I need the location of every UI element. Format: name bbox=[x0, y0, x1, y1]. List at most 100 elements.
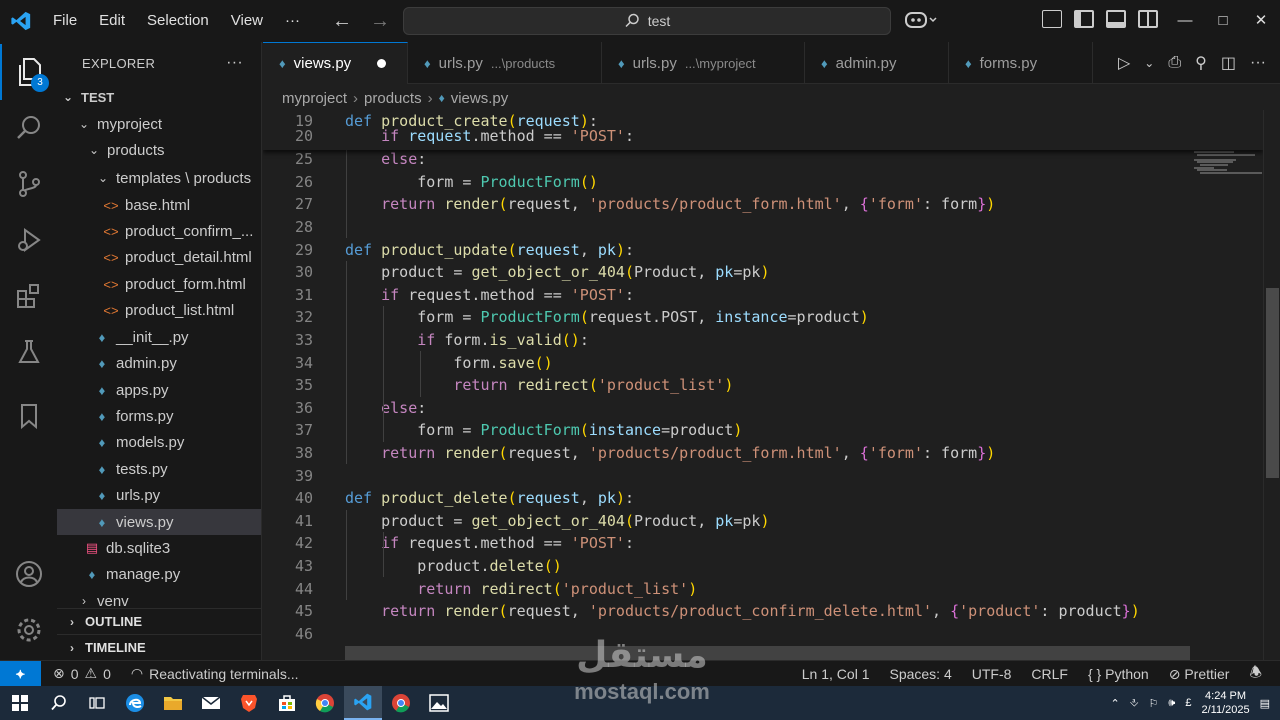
tree-file-init-py[interactable]: ♦ __init__.py bbox=[57, 324, 261, 350]
language-mode[interactable]: { } Python bbox=[1088, 666, 1149, 682]
print-icon[interactable]: ⎙ bbox=[1168, 54, 1181, 72]
code-line[interactable]: 28 bbox=[263, 216, 1263, 239]
code-editor[interactable]: 19 def product_create(request): 20 if requ… bbox=[263, 110, 1263, 660]
error-count[interactable]: 0 bbox=[71, 666, 79, 682]
code-line[interactable]: 45 return render(request, 'products/prod… bbox=[263, 600, 1263, 623]
tray-language-icon[interactable]: £ bbox=[1185, 697, 1191, 709]
indentation[interactable]: Spaces: 4 bbox=[889, 666, 951, 682]
sticky-scroll-header[interactable]: 19 def product_create(request): 20 if requ… bbox=[263, 110, 1263, 150]
search-view-icon[interactable] bbox=[0, 100, 57, 156]
brave-browser-icon[interactable] bbox=[230, 686, 268, 720]
command-center-search[interactable]: test bbox=[403, 7, 891, 35]
store-icon[interactable] bbox=[268, 686, 306, 720]
tree-file-manage-py[interactable]: ♦ manage.py bbox=[57, 561, 261, 587]
task-view-icon[interactable] bbox=[78, 686, 116, 720]
tree-folder-products[interactable]: ⌄ products bbox=[57, 137, 261, 163]
code-line[interactable]: 39 bbox=[263, 464, 1263, 487]
code-line[interactable]: 44 return redirect('product_list') bbox=[263, 577, 1263, 600]
tab-forms-py[interactable]: ♦ forms.py bbox=[949, 42, 1093, 84]
menu-file[interactable]: File bbox=[42, 0, 88, 42]
tree-file-base-html[interactable]: <> base.html bbox=[57, 192, 261, 218]
remote-indicator-icon[interactable]: ⯌ bbox=[0, 660, 41, 687]
tab-admin-py[interactable]: ♦ admin.py bbox=[805, 42, 949, 84]
menu-selection[interactable]: Selection bbox=[136, 0, 220, 42]
code-line[interactable]: 30 product = get_object_or_404(Product, … bbox=[263, 261, 1263, 284]
code-line[interactable]: 43 product.delete() bbox=[263, 555, 1263, 578]
run-icon[interactable]: ▷ bbox=[1118, 53, 1130, 73]
code-line[interactable]: 36 else: bbox=[263, 397, 1263, 420]
unsaved-dot-icon[interactable] bbox=[377, 59, 387, 68]
warning-count[interactable]: 0 bbox=[103, 666, 111, 682]
forward-arrow-icon[interactable]: → bbox=[370, 10, 390, 33]
run-debug-icon[interactable] bbox=[0, 212, 57, 268]
explorer-more-button[interactable]: ··· bbox=[226, 54, 243, 72]
code-line[interactable]: 32 form = ProductForm(request.POST, inst… bbox=[263, 306, 1263, 329]
minimap[interactable] bbox=[1190, 110, 1262, 660]
tray-chevron-up-icon[interactable]: ⌃ bbox=[1111, 697, 1120, 710]
tray-volume-icon[interactable]: 🕪 bbox=[1168, 697, 1175, 710]
code-line[interactable]: 35 return redirect('product_list') bbox=[263, 374, 1263, 397]
toggle-panel-icon[interactable] bbox=[1106, 10, 1126, 28]
code-line[interactable]: 26 form = ProductForm() bbox=[263, 171, 1263, 194]
timeline-section[interactable]: › TIMELINE bbox=[57, 634, 261, 660]
menu-edit[interactable]: Edit bbox=[88, 0, 136, 42]
tree-file-product-confirm[interactable]: <> product_confirm_... bbox=[57, 218, 261, 244]
horizontal-scrollbar[interactable] bbox=[345, 646, 1190, 660]
minimize-icon[interactable]: — bbox=[1166, 0, 1204, 42]
tree-file-product-form[interactable]: <> product_form.html bbox=[57, 271, 261, 297]
tree-file-admin-py[interactable]: ♦ admin.py bbox=[57, 350, 261, 376]
toggle-sidebar-icon[interactable] bbox=[1074, 10, 1094, 28]
outline-section[interactable]: › OUTLINE bbox=[57, 608, 261, 634]
end-of-line[interactable]: CRLF bbox=[1031, 666, 1068, 682]
file-explorer-icon[interactable] bbox=[154, 686, 192, 720]
tree-file-views-py[interactable]: ♦ views.py bbox=[57, 509, 261, 535]
cursor-position[interactable]: Ln 1, Col 1 bbox=[802, 666, 870, 682]
code-line[interactable]: 37 form = ProductForm(instance=product) bbox=[263, 419, 1263, 442]
tray-wifi-icon[interactable]: ⚐ bbox=[1149, 697, 1159, 710]
code-line[interactable]: 42 if request.method == 'POST': bbox=[263, 532, 1263, 555]
prettier-status[interactable]: ⊘ Prettier bbox=[1169, 666, 1230, 683]
tree-file-forms-py[interactable]: ♦ forms.py bbox=[57, 403, 261, 429]
photos-icon[interactable] bbox=[420, 686, 458, 720]
breadcrumb-products[interactable]: products bbox=[364, 90, 422, 107]
code-line[interactable]: 34 form.save() bbox=[263, 351, 1263, 374]
chrome-profile-icon[interactable] bbox=[382, 686, 420, 720]
chevron-down-icon[interactable]: ⌄ bbox=[1144, 56, 1154, 70]
encoding[interactable]: UTF-8 bbox=[972, 666, 1012, 682]
code-line[interactable]: 46 bbox=[263, 623, 1263, 646]
tab-views-py[interactable]: ♦ views.py bbox=[263, 42, 408, 84]
maximize-icon[interactable]: □ bbox=[1204, 0, 1242, 42]
customize-layout-icon[interactable] bbox=[1042, 10, 1062, 28]
tree-file-models-py[interactable]: ♦ models.py bbox=[57, 429, 261, 455]
breadcrumb-views-py[interactable]: views.py bbox=[451, 90, 509, 107]
tab-urls-products[interactable]: ♦ urls.py ...\products bbox=[408, 42, 602, 84]
edge-browser-icon[interactable] bbox=[116, 686, 154, 720]
menu-more[interactable]: ··· bbox=[274, 0, 311, 42]
close-icon[interactable]: ✕ bbox=[1242, 0, 1280, 42]
tree-file-product-detail[interactable]: <> product_detail.html bbox=[57, 244, 261, 270]
notification-center-icon[interactable]: ▤ bbox=[1260, 697, 1270, 710]
explorer-icon[interactable]: 3 bbox=[0, 44, 57, 100]
accounts-icon[interactable] bbox=[0, 546, 57, 602]
mail-icon[interactable] bbox=[192, 686, 230, 720]
more-actions-icon[interactable]: ··· bbox=[1250, 54, 1266, 72]
code-line[interactable]: 25 else: bbox=[263, 148, 1263, 171]
tree-file-urls-py[interactable]: ♦ urls.py bbox=[57, 482, 261, 508]
vertical-scrollbar[interactable] bbox=[1263, 110, 1280, 660]
tray-network-icon[interactable]: ⎀ bbox=[1130, 697, 1139, 710]
menu-view[interactable]: View bbox=[220, 0, 274, 42]
tree-file-apps-py[interactable]: ♦ apps.py bbox=[57, 377, 261, 403]
extensions-icon[interactable] bbox=[0, 268, 57, 324]
code-line[interactable]: 38 return render(request, 'products/prod… bbox=[263, 442, 1263, 465]
code-line[interactable]: 33 if form.is_valid(): bbox=[263, 329, 1263, 352]
code-line[interactable]: 20 if request.method == 'POST': bbox=[263, 125, 1263, 148]
bookmark-icon[interactable] bbox=[0, 388, 57, 444]
code-line[interactable]: 40 def product_delete(request, pk): bbox=[263, 487, 1263, 510]
toggle-secondary-sidebar-icon[interactable] bbox=[1138, 10, 1158, 28]
code-line[interactable]: 41 product = get_object_or_404(Product, … bbox=[263, 510, 1263, 533]
tree-folder-templates[interactable]: ⌄ templates \ products bbox=[57, 165, 261, 191]
code-line[interactable]: 27 return render(request, 'products/prod… bbox=[263, 193, 1263, 216]
code-line[interactable]: 29 def product_update(request, pk): bbox=[263, 238, 1263, 261]
tree-folder-myproject[interactable]: ⌄ myproject bbox=[57, 111, 261, 137]
taskbar-clock[interactable]: 4:24 PM 2/11/2025 bbox=[1201, 689, 1249, 717]
